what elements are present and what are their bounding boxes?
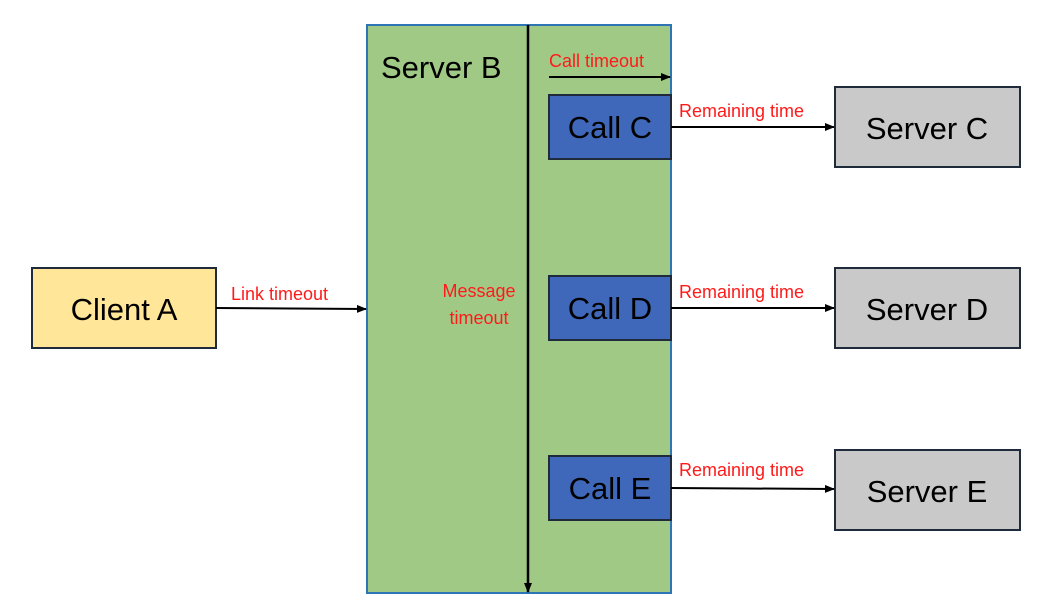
server-d-label: Server D xyxy=(866,292,988,327)
remaining-e-label: Remaining time xyxy=(679,460,804,480)
server-c-label: Server C xyxy=(866,111,988,146)
server-e-label: Server E xyxy=(867,474,988,509)
server-b-label: Server B xyxy=(381,50,502,85)
call-e-node: Call E xyxy=(548,455,672,521)
client-a-label: Client A xyxy=(71,292,178,327)
server-c-node: Server C xyxy=(834,86,1021,168)
call-d-node: Call D xyxy=(548,275,672,341)
server-e-node: Server E xyxy=(834,449,1021,531)
call-e-label: Call E xyxy=(569,471,652,506)
message-timeout-label-1: Message xyxy=(442,281,515,301)
remaining-d-label: Remaining time xyxy=(679,282,804,302)
client-a-node: Client A xyxy=(31,267,217,349)
timeout-diagram: Server B Message timeout Call timeout Cl… xyxy=(31,24,1021,594)
remaining-c-label: Remaining time xyxy=(679,101,804,121)
message-timeout-label-2: timeout xyxy=(449,308,508,328)
call-d-label: Call D xyxy=(568,291,652,326)
link-timeout-label: Link timeout xyxy=(231,284,328,304)
call-c-label: Call C xyxy=(568,110,652,145)
server-d-node: Server D xyxy=(834,267,1021,349)
remaining-e-arrow xyxy=(670,484,835,493)
link-timeout-arrow xyxy=(215,304,367,313)
call-c-node: Call C xyxy=(548,94,672,160)
call-timeout-label: Call timeout xyxy=(549,51,644,71)
